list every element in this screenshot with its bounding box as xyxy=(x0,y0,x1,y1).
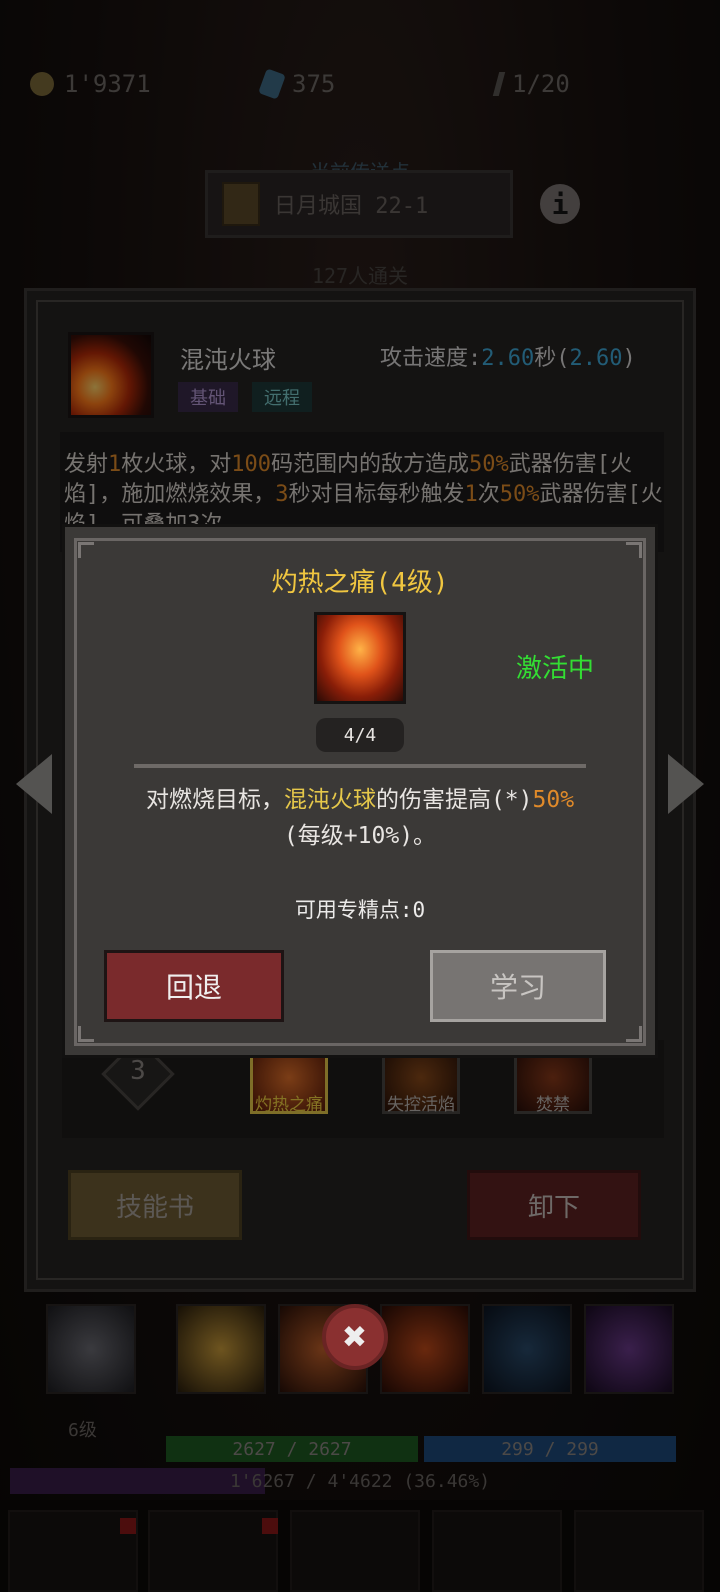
corner-ornament xyxy=(78,1026,94,1042)
revert-button[interactable]: 回退 xyxy=(104,950,284,1022)
corner-ornament xyxy=(626,1026,642,1042)
talent-level: 4/4 xyxy=(316,718,404,752)
available-points: 可用专精点:0 xyxy=(294,898,426,922)
corner-ornament xyxy=(626,542,642,558)
close-button[interactable]: ✖ xyxy=(322,1304,388,1370)
talent-description: 对燃烧目标，混沌火球的伤害提高(*)50% (每级+10%)。 xyxy=(145,787,575,849)
divider xyxy=(134,764,586,768)
learn-button[interactable]: 学习 xyxy=(430,950,606,1022)
corner-ornament xyxy=(78,542,94,558)
active-status: 激活中 xyxy=(516,654,595,684)
burning-pain-icon xyxy=(314,612,406,704)
talent-title: 灼热之痛(4级) xyxy=(271,568,449,598)
